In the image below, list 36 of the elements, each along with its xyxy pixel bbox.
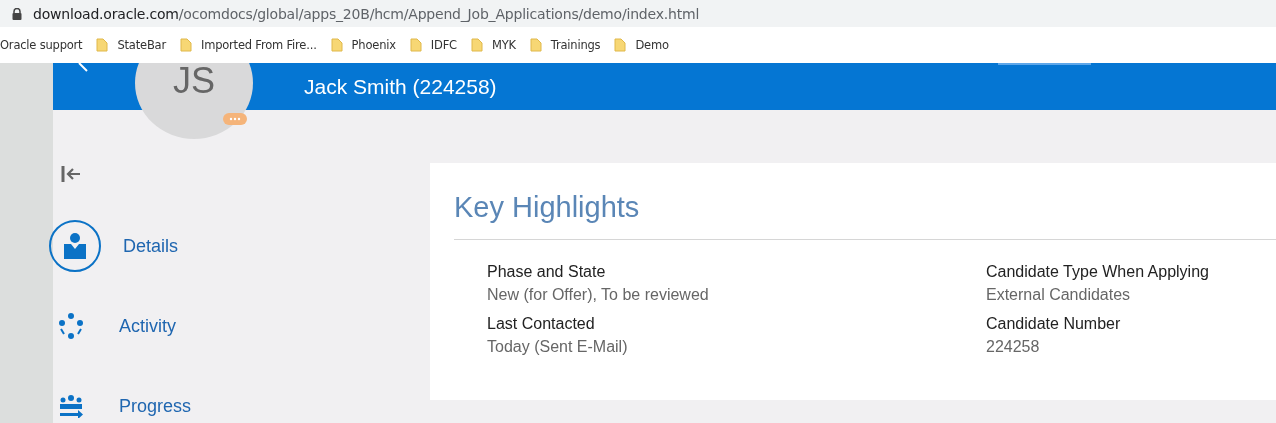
- field-label: Phase and State: [487, 263, 607, 281]
- lock-icon: [12, 7, 22, 20]
- folder-icon: [179, 38, 192, 52]
- folder-icon: [470, 38, 483, 52]
- person-icon: [49, 220, 101, 272]
- address-bar[interactable]: download.oracle.com/ocomdocs/global/apps_20B/hcm/Append_Job_Applications/demo/index.html: [0, 0, 1276, 27]
- bookmark[interactable]: Demo: [614, 38, 669, 52]
- field-label: Candidate Number: [986, 315, 1122, 333]
- field-value: 224258: [986, 338, 1041, 356]
- field-label: Last Contacted: [487, 315, 596, 333]
- folder-icon: [529, 38, 542, 52]
- bookmark[interactable]: Imported From Fire...: [179, 38, 317, 52]
- bookmark[interactable]: Trainings: [529, 38, 601, 52]
- nav-item[interactable]: Activity: [45, 300, 430, 352]
- card-title: Key Highlights: [454, 191, 1276, 240]
- bookmark[interactable]: MYK: [470, 38, 516, 52]
- nav-item[interactable]: Details: [49, 220, 430, 272]
- bookmark[interactable]: StateBar: [96, 38, 166, 52]
- folder-icon: [614, 38, 627, 52]
- collapse-icon[interactable]: [61, 166, 81, 182]
- folder-icon: [330, 38, 343, 52]
- folder-icon: [409, 38, 422, 52]
- bookmark[interactable]: Oracle support: [0, 38, 83, 52]
- bookmark[interactable]: IDFC: [409, 38, 457, 52]
- url-text[interactable]: download.oracle.com/ocomdocs/global/apps_20B/hcm/Append_Job_Applications/demo/index.html: [33, 5, 700, 22]
- folder-icon: [96, 38, 109, 52]
- nav-item[interactable]: Progress: [45, 380, 430, 423]
- bookmark[interactable]: Phoenix: [330, 38, 396, 52]
- back-icon[interactable]: [77, 63, 89, 73]
- ellipsis-icon: [228, 117, 242, 121]
- field-label: Candidate Type When Applying: [986, 263, 1210, 281]
- candidate-name: Jack Smith (224258): [304, 74, 497, 99]
- avatar-initials: JS: [173, 63, 215, 99]
- field-value: External Candidates: [986, 286, 1132, 304]
- field-value: Today (Sent E-Mail): [487, 338, 629, 356]
- field-value: New (for Offer), To be reviewed: [487, 286, 710, 304]
